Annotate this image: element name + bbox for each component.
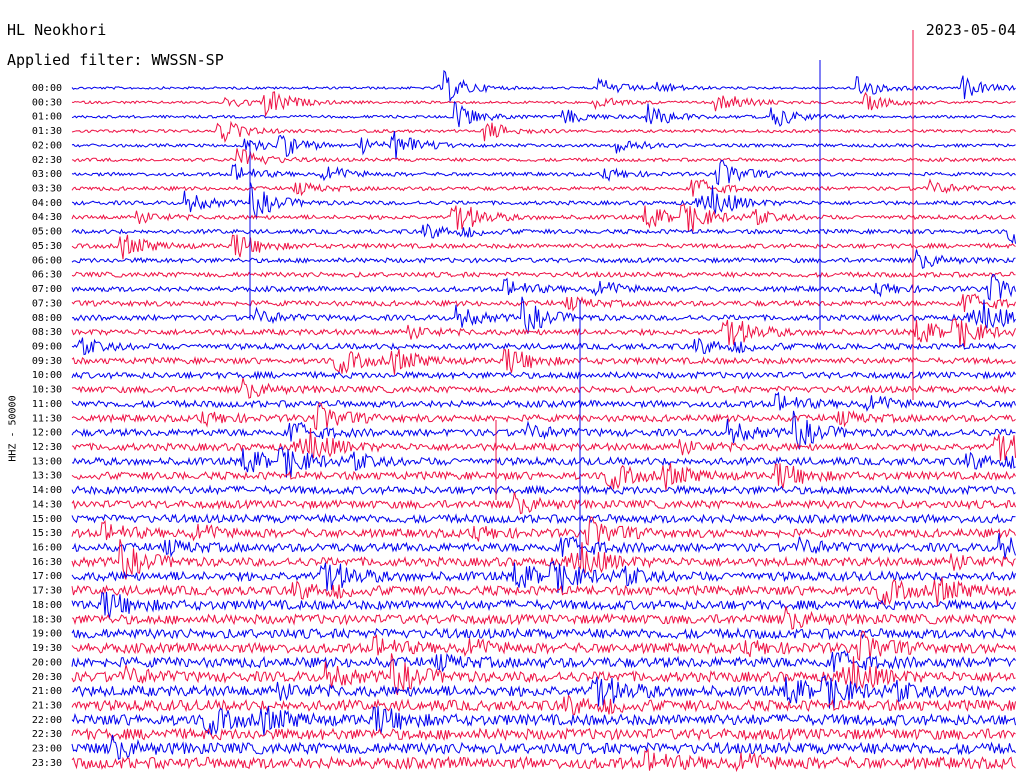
row-time-label: 05:30 [32,241,62,252]
row-time-label: 13:00 [32,456,62,467]
trace-row-1030 [71,377,1016,399]
row-time-label: 04:30 [32,212,62,223]
row-time-label: 01:00 [32,112,62,123]
row-time-label: 10:00 [32,370,62,381]
trace-row-1500 [71,513,1016,525]
row-time-label: 07:00 [32,284,62,295]
trace-row-1000 [71,370,1016,381]
trace-row-0100 [71,100,1016,128]
row-time-label: 00:00 [32,83,62,94]
trace-row-1400 [71,484,1016,496]
row-time-label: 20:30 [32,672,62,683]
row-time-label: 11:00 [32,399,62,410]
trace-row-1830 [71,606,1016,630]
trace-row-0030 [71,91,1016,118]
row-time-label: 11:30 [32,413,62,424]
row-time-label: 14:30 [32,499,62,510]
trace-row-0730 [71,293,1016,312]
row-time-label: 17:30 [32,586,62,597]
row-time-label: 02:00 [32,140,62,151]
trace-row-0200 [71,131,1016,160]
trace-row-1600 [72,533,1016,559]
row-time-label: 05:00 [32,227,62,238]
row-time-label: 10:30 [32,385,62,396]
helicorder-plot: HL Neokhori Applied filter: WWSSN-SP 202… [0,0,1024,780]
row-time-label: 16:30 [32,557,62,568]
row-time-label: 18:30 [32,614,62,625]
row-time-label: 22:30 [32,729,62,740]
row-time-label: 15:30 [32,528,62,539]
row-time-label: 08:00 [32,313,62,324]
trace-row-0230 [71,148,1016,166]
row-time-label: 21:00 [32,686,62,697]
trace-row-0130 [71,120,1016,143]
seismogram-traces: 00:00 00:30 01:00 01:30 02:00 02:30 03:00 03:30… [32,30,1016,773]
row-time-label: 22:00 [32,715,62,726]
row-time-label: 15:00 [32,514,62,525]
row-time-label: 19:00 [32,629,62,640]
trace-row-0530 [71,234,1016,260]
row-time-label: 20:00 [32,657,62,668]
trace-row-2230 [71,727,1016,742]
row-time-label: 00:30 [32,97,62,108]
trace-row-0430 [71,203,1016,233]
row-time-label: 17:00 [32,571,62,582]
row-time-label: 13:30 [32,471,62,482]
trace-row-2130 [71,694,1016,716]
trace-row-0900 [71,337,1016,356]
row-time-label: 04:00 [32,198,62,209]
row-time-label: 02:30 [32,155,62,166]
row-time-label: 08:30 [32,327,62,338]
trace-row-0830 [71,317,1016,348]
trace-row-1330 [71,463,1016,491]
row-time-label: 09:30 [32,356,62,367]
trace-row-1800 [71,591,1016,619]
trace-row-1730 [71,577,1016,607]
row-time-label: 12:00 [32,428,62,439]
row-time-label: 23:30 [32,758,62,769]
trace-row-2000 [71,650,1016,673]
row-time-label: 06:00 [32,255,62,266]
trace-row-2100 [71,674,1016,709]
trace-row-0930 [71,348,1016,375]
row-time-label: 06:30 [32,270,62,281]
trace-row-0700 [71,273,1016,301]
row-time-label: 12:30 [32,442,62,453]
trace-row-0600 [71,249,1016,269]
row-time-label: 14:00 [32,485,62,496]
trace-row-0000 [71,69,1016,103]
row-time-label: 23:00 [32,744,62,755]
row-time-label: 01:30 [32,126,62,137]
trace-row-0630 [71,270,1016,279]
row-time-label: 21:30 [32,700,62,711]
row-time-label: 19:30 [32,643,62,654]
trace-row-1430 [71,491,1016,515]
row-time-label: 09:00 [32,341,62,352]
trace-row-1100 [71,391,1016,412]
row-time-label: 16:00 [32,543,62,554]
trace-row-1530 [71,516,1016,546]
trace-row-0330 [71,178,1016,197]
trace-row-0300 [71,159,1016,186]
trace-row-2200 [71,705,1016,737]
row-time-label: 18:00 [32,600,62,611]
row-time-label: 03:30 [32,184,62,195]
trace-row-0500 [71,223,1016,244]
row-time-label: 03:00 [32,169,62,180]
trace-row-1900 [71,627,1016,641]
row-time-label: 07:30 [32,298,62,309]
